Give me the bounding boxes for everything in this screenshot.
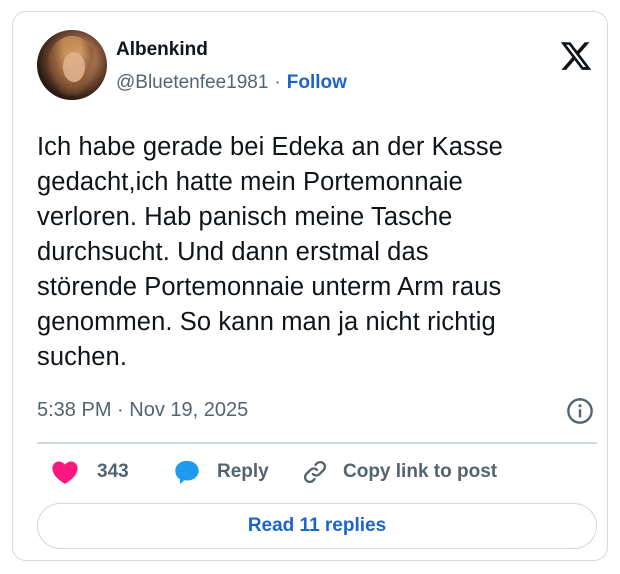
x-logo-icon[interactable] [559, 39, 593, 73]
avatar-face [63, 52, 85, 82]
tweet-card: Albenkind @Bluetenfee1981 · Follow Ich hab… [12, 11, 608, 561]
info-icon[interactable] [566, 397, 594, 425]
like-count: 343 [97, 461, 129, 482]
read-replies-button[interactable]: Read 11 replies [37, 503, 597, 549]
avatar[interactable] [37, 30, 107, 100]
author-handle[interactable]: @Bluetenfee1981 [116, 72, 268, 93]
follow-button[interactable]: Follow [287, 72, 347, 93]
tweet-timestamp[interactable]: 5:38 PM · Nov 19, 2025 [37, 399, 248, 422]
separator-dot: · [274, 72, 281, 93]
like-button[interactable]: 343 [51, 456, 129, 488]
tweet-text: Ich habe gerade bei Edeka an der Kasse g… [37, 133, 503, 371]
copy-link-button[interactable]: Copy link to post [301, 456, 497, 488]
reply-button[interactable]: Reply [173, 456, 269, 488]
divider [37, 442, 597, 444]
reply-label: Reply [217, 461, 269, 482]
action-bar: 343 Reply Copy link to post [37, 456, 597, 488]
heart-icon [52, 461, 78, 484]
copy-link-label: Copy link to post [343, 461, 498, 482]
speech-bubble-icon [175, 460, 199, 485]
author-handle-row: @Bluetenfee1981 · Follow [116, 72, 347, 94]
author-name[interactable]: Albenkind [116, 39, 208, 61]
link-icon [303, 460, 327, 484]
